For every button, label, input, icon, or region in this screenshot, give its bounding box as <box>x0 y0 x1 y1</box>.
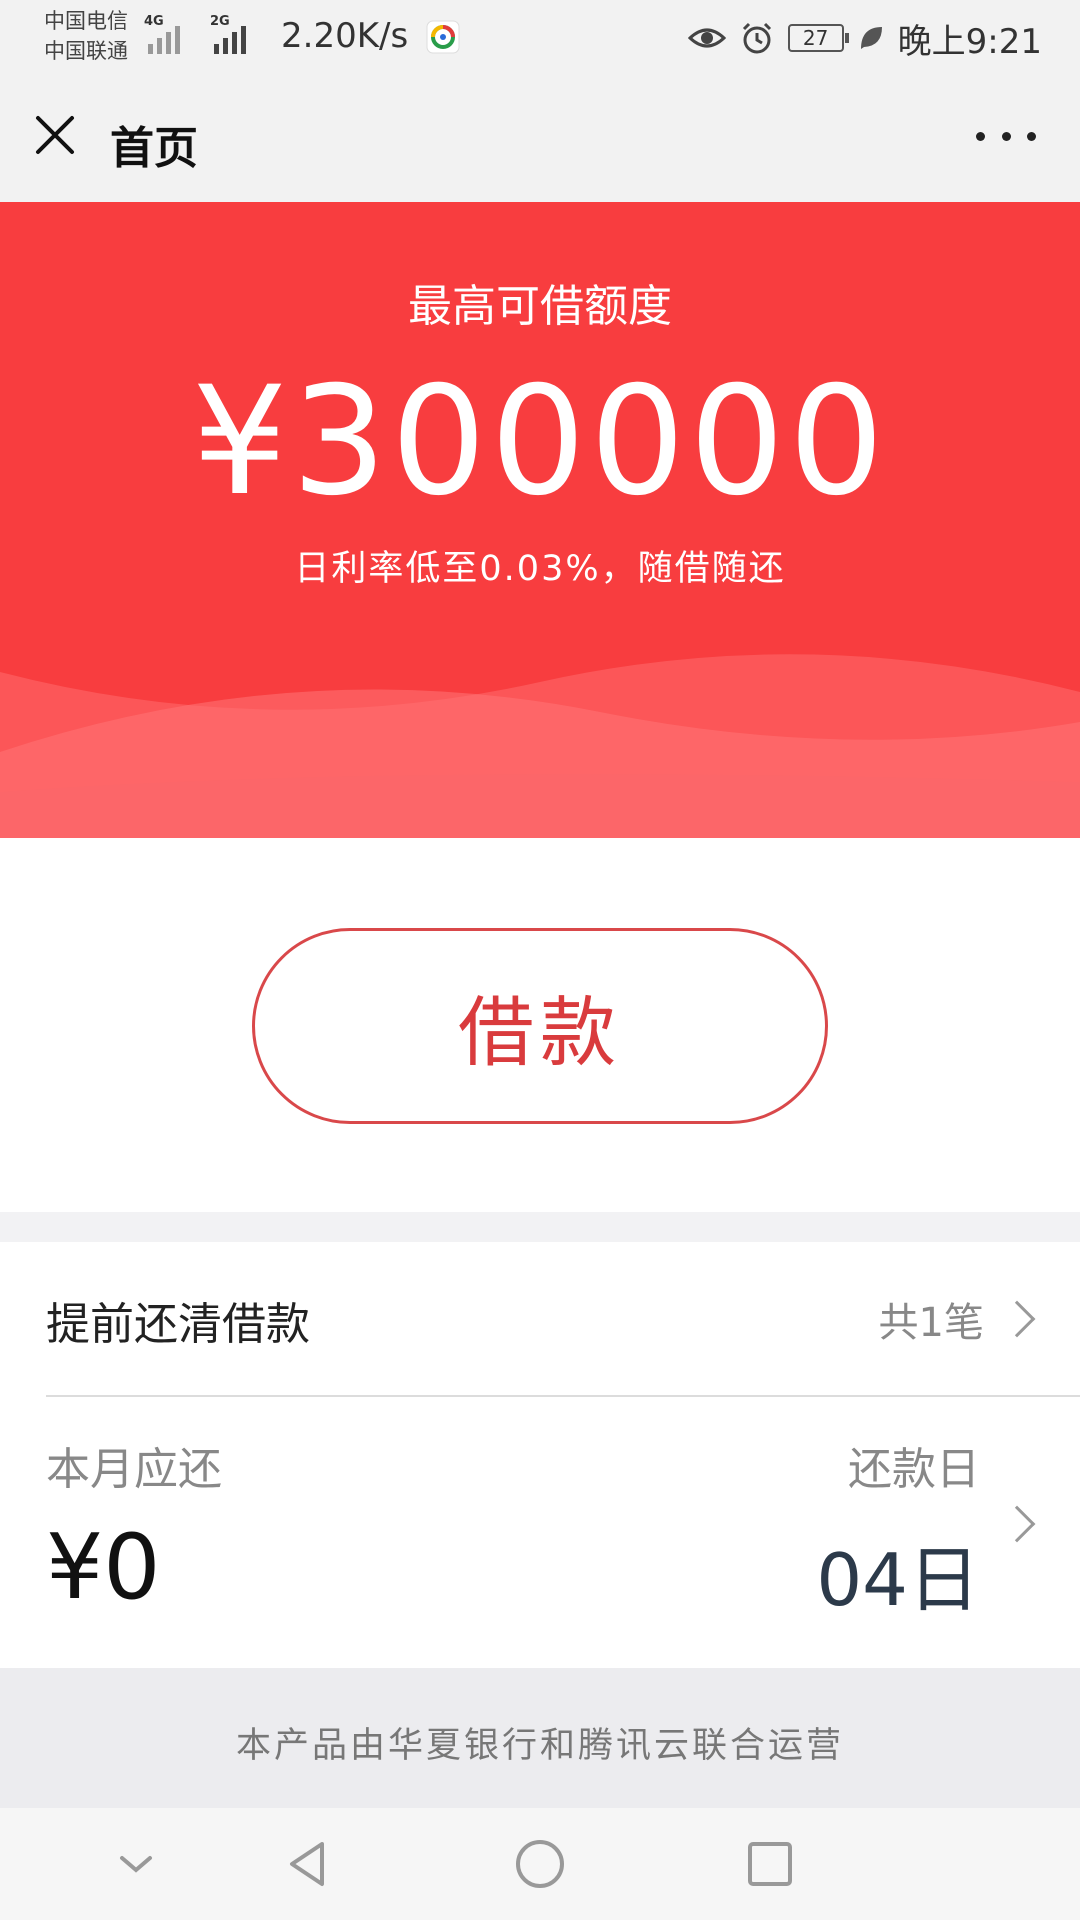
chevron-right-icon <box>998 1505 1036 1543</box>
borrow-section: 借款 <box>0 838 1080 1212</box>
network-speed: 2.20K/s <box>281 16 409 56</box>
eye-icon <box>687 28 726 48</box>
system-nav-bar <box>0 1808 1080 1920</box>
close-icon[interactable] <box>30 110 80 160</box>
app-notification-icon <box>426 20 460 54</box>
early-repay-label: 提前还清借款 <box>46 1299 310 1350</box>
back-icon[interactable] <box>280 1836 336 1892</box>
signal-2-icon: 2G <box>210 14 262 54</box>
status-bar: 中国电信 中国联通 4G 2G 2.20K/s 27 晚上9:21 <box>0 0 1080 80</box>
monthly-due-value: ¥0 <box>46 1515 161 1620</box>
carrier-names: 中国电信 中国联通 <box>44 6 128 66</box>
early-repay-row[interactable]: 提前还清借款 共1笔 <box>0 1242 1080 1396</box>
loan-info-card: 提前还清借款 共1笔 本月应还 ¥0 还款日 04日 <box>0 1242 1080 1668</box>
interest-rate-note: 日利率低至0.03%，随借随还 <box>294 549 786 589</box>
credit-limit-banner: 最高可借额度 ¥300000 日利率低至0.03%，随借随还 <box>0 202 1080 838</box>
more-icon[interactable] <box>976 124 1036 148</box>
carrier-1: 中国电信 <box>44 9 128 33</box>
recents-icon[interactable] <box>742 1836 798 1892</box>
clock-time: 晚上9:21 <box>897 21 1042 62</box>
monthly-due-label: 本月应还 <box>46 1444 222 1495</box>
credit-limit-label: 最高可借额度 <box>408 281 672 332</box>
page-title: 首页 <box>110 123 198 174</box>
chevron-down-icon[interactable] <box>108 1836 164 1892</box>
borrow-button[interactable]: 借款 <box>252 928 828 1124</box>
payday-value: 04日 <box>816 1538 980 1622</box>
alarm-icon <box>742 22 771 54</box>
monthly-repayment-row[interactable]: 本月应还 ¥0 还款日 04日 <box>0 1397 1080 1668</box>
signal-1-icon: 4G <box>144 14 196 54</box>
leaf-icon <box>860 27 882 49</box>
wave-decoration <box>0 654 1080 838</box>
early-repay-count: 共1笔 <box>878 1300 984 1346</box>
operator-note: 本产品由华夏银行和腾讯云联合运营 <box>0 1668 1080 1808</box>
payday-label: 还款日 <box>848 1444 980 1495</box>
network-type-2: 2G <box>210 14 230 29</box>
home-icon[interactable] <box>512 1836 568 1892</box>
carrier-2: 中国联通 <box>44 39 128 63</box>
credit-limit-amount: ¥300000 <box>191 355 889 529</box>
network-type-1: 4G <box>144 14 164 29</box>
chevron-right-icon <box>998 1300 1036 1338</box>
top-header: 首页 <box>0 80 1080 202</box>
battery-icon: 27 <box>787 24 849 52</box>
